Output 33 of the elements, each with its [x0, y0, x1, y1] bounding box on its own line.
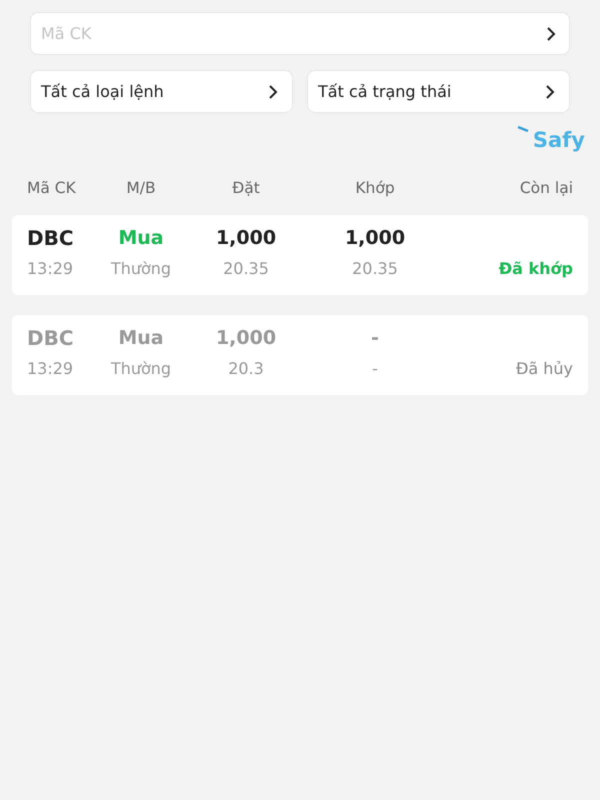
symbol: DBC — [27, 225, 75, 252]
matched-quantity: - — [370, 326, 380, 352]
matched-quantity: 1,000 — [344, 226, 406, 252]
filter-dropdown[interactable]: Tất cả loại lệnh — [30, 70, 293, 113]
filter-dropdown[interactable]: Tất cả trạng thái — [307, 70, 570, 113]
column-header: Còn lại — [518, 178, 573, 199]
chevron-right-icon — [545, 84, 555, 100]
side: Mua — [117, 326, 165, 352]
column-header: M/B — [125, 178, 157, 199]
order-quantity: 1,000 — [214, 326, 278, 352]
order-status: Đã hủy — [514, 358, 573, 380]
matched-price: 20.35 — [351, 258, 399, 280]
symbol: DBC — [27, 325, 75, 352]
order-type: Thường — [110, 258, 172, 280]
order-card[interactable]: DBC Mua 1,000 1,000 13:29 Thường 20.35 20.35 Đã khớp — [12, 215, 588, 296]
chevron-right-icon — [268, 84, 278, 100]
order-card[interactable]: DBC Mua 1,000 - 13:29 Thường 20.3 - Đã hủy — [12, 315, 588, 396]
order-status: Đã khớp — [498, 258, 573, 280]
tick-icon — [516, 126, 529, 132]
order-time: 13:29 — [27, 358, 74, 380]
column-header: Khớp — [354, 178, 396, 199]
order-quantity: 1,000 — [214, 226, 278, 252]
matched-price: - — [371, 358, 379, 380]
order-price: 20.35 — [222, 258, 270, 280]
brand-logo: Safy — [532, 127, 585, 154]
column-header: Mã CK — [27, 178, 77, 199]
side: Mua — [117, 226, 165, 252]
order-price: 20.3 — [227, 358, 265, 380]
order-time: 13:29 — [27, 258, 74, 280]
symbol-field[interactable]: Mã CK — [30, 12, 570, 55]
column-header: Đặt — [231, 178, 261, 199]
chevron-right-icon — [546, 26, 556, 42]
order-type: Thường — [110, 358, 172, 380]
